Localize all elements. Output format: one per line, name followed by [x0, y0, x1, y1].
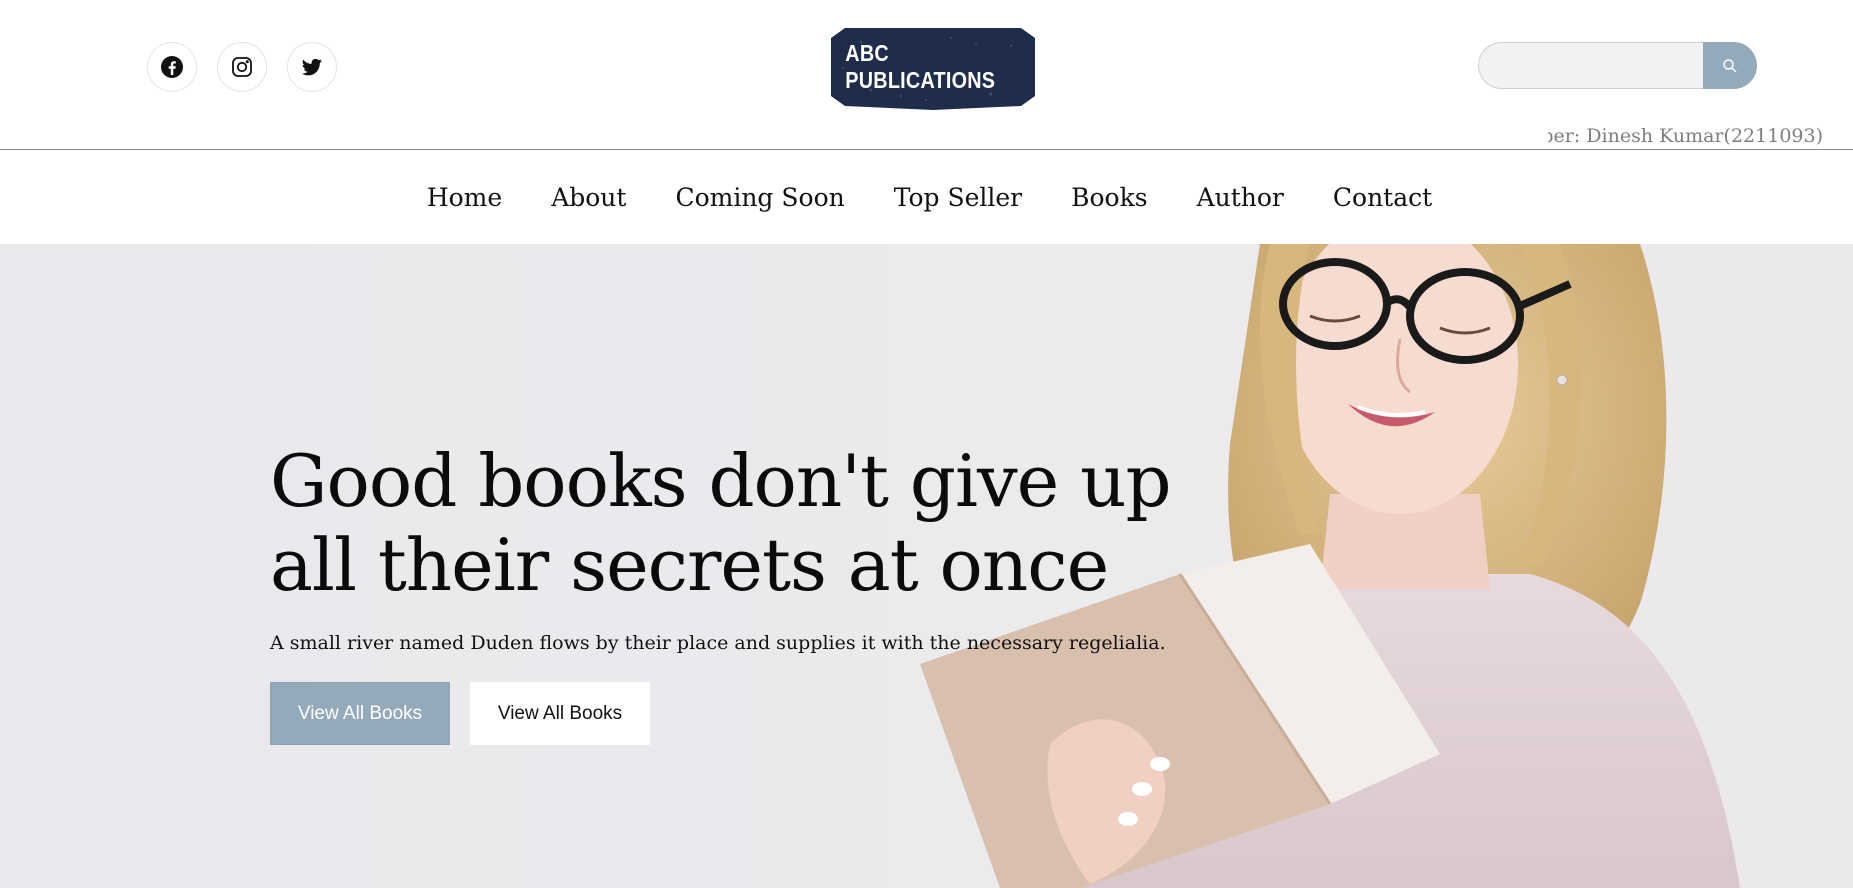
nav-about[interactable]: About: [551, 183, 626, 212]
search-input[interactable]: [1478, 42, 1703, 89]
facebook-link[interactable]: [147, 42, 197, 92]
hero-title-line-1: Good books don't give up: [270, 439, 1172, 523]
hero-title-line-2: all their secrets at once: [270, 523, 1109, 607]
view-all-books-button-secondary[interactable]: View All Books: [470, 682, 650, 745]
nav-coming-soon[interactable]: Coming Soon: [675, 183, 844, 212]
site-logo[interactable]: ABC PUBLICATIONS: [831, 24, 1035, 110]
view-all-books-button-primary[interactable]: View All Books: [270, 682, 450, 745]
logo-text: ABC PUBLICATIONS: [845, 40, 996, 93]
developer-marquee: loper: Dinesh Kumar(2211093): [1548, 125, 1853, 151]
search-bar: [1478, 42, 1757, 89]
instagram-icon: [232, 57, 252, 77]
hero-subtitle: A small river named Duden flows by their…: [270, 632, 1166, 654]
social-links: [147, 42, 337, 92]
search-button[interactable]: [1703, 42, 1757, 89]
nav-contact[interactable]: Contact: [1333, 183, 1432, 212]
hero-title: Good books don't give up all their secre…: [270, 439, 1250, 607]
instagram-link[interactable]: [217, 42, 267, 92]
nav-books[interactable]: Books: [1071, 183, 1147, 212]
twitter-icon: [301, 58, 322, 76]
search-icon: [1723, 58, 1737, 73]
twitter-link[interactable]: [287, 42, 337, 92]
marquee-text: loper: Dinesh Kumar(2211093): [1548, 125, 1823, 147]
top-header: ABC PUBLICATIONS loper: Dinesh Kumar(221…: [0, 0, 1853, 150]
nav-author[interactable]: Author: [1197, 183, 1284, 212]
nav-top-seller[interactable]: Top Seller: [894, 183, 1022, 212]
main-nav: Home About Coming Soon Top Seller Books …: [0, 151, 1853, 244]
facebook-icon: [161, 56, 183, 78]
hero-section: Good books don't give up all their secre…: [0, 244, 1853, 888]
nav-home[interactable]: Home: [427, 183, 502, 212]
